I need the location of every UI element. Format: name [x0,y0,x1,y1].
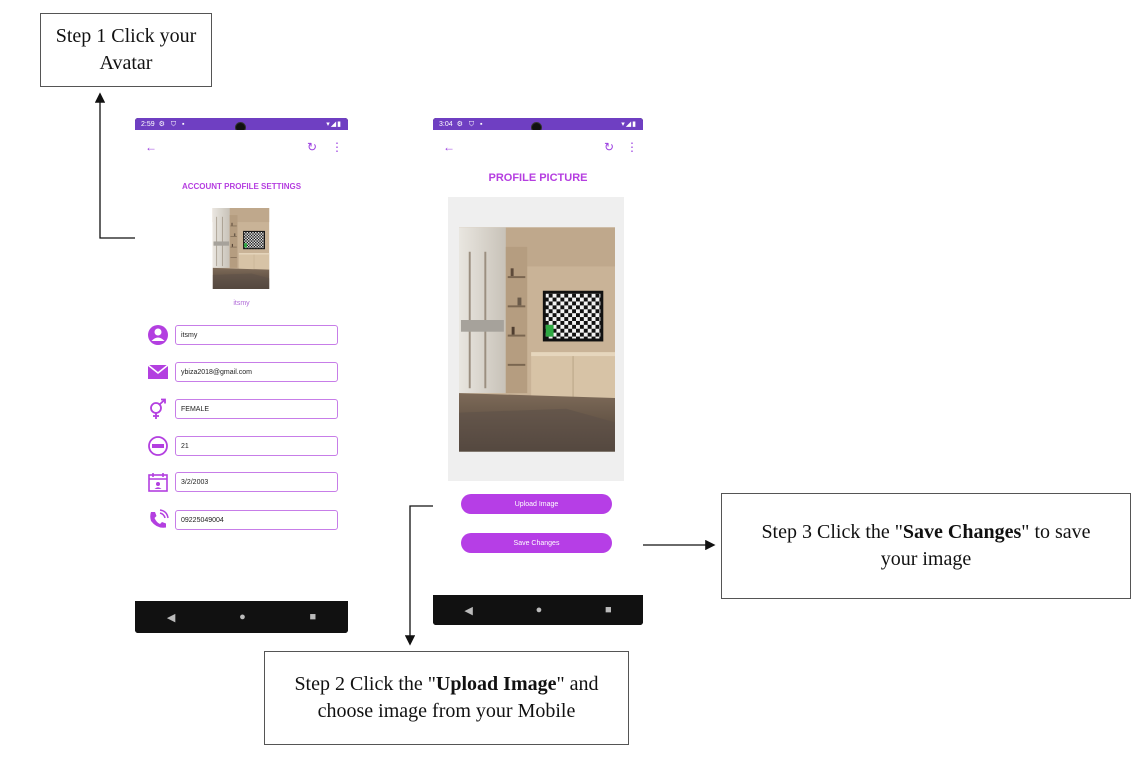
username-label: itsmy [233,300,250,307]
phone-profile-picture: 3:04 ⚙ ⛉ ▪ ▾◢▮ ← ↻ ⋮ PROFILE PICTURE Upl… [433,118,643,625]
phone-account-settings: 2:59 ⚙ ⛉ ▪ ▾◢▮ ← ↻ ⋮ ACCOUNT PROFILE SET… [135,118,348,633]
calendar-icon [148,473,168,492]
image-preview-panel [448,197,624,481]
status-notification-icons: ⚙ ⛉ ▪ [158,120,187,128]
more-vert-icon[interactable]: ⋮ [626,140,638,154]
screen-profile-picture: ← ↻ ⋮ PROFILE PICTURE Upload Image Save … [433,130,643,595]
phone-number-field[interactable]: 09225049004 [175,510,338,530]
page-title: ACCOUNT PROFILE SETTINGS [181,182,302,191]
mail-icon [147,364,169,379]
save-changes-button[interactable]: Save Changes [461,533,612,553]
status-notification-icons: ⚙ ⛉ ▪ [456,120,485,128]
avatar-image[interactable] [205,208,277,289]
back-arrow-icon[interactable]: ← [443,140,455,154]
gender-icon [150,398,166,419]
android-nav-bar: ◀ ● ■ [135,601,348,633]
preview-room-photo [459,226,615,453]
status-signal-icons: ▾◢▮ [326,121,342,128]
nav-back-icon[interactable]: ◀ [167,611,175,624]
age-field[interactable]: 21 [175,436,338,456]
status-time: 2:59 [141,120,155,128]
nav-home-icon[interactable]: ● [536,604,543,616]
gender-field[interactable]: FEMALE [175,399,338,419]
person-icon [148,325,168,345]
nav-back-icon[interactable]: ◀ [464,604,472,617]
nav-home-icon[interactable]: ● [239,611,246,623]
more-vert-icon[interactable]: ⋮ [331,140,343,154]
page-title: PROFILE PICTURE [488,172,588,184]
refresh-icon[interactable]: ↻ [307,140,317,154]
avatar-room-photo [212,208,270,289]
status-time: 3:04 [439,120,453,128]
upload-image-button[interactable]: Upload Image [461,494,612,514]
android-nav-bar: ◀ ● ■ [433,595,643,625]
phone-icon [150,509,169,528]
back-arrow-icon[interactable]: ← [145,140,157,154]
nav-recents-icon[interactable]: ■ [605,604,612,616]
screen-account-settings: ← ↻ ⋮ ACCOUNT PROFILE SETTINGS itsmy its… [135,130,348,601]
age-icon [148,436,168,456]
username-field[interactable]: itsmy [175,325,338,345]
nav-recents-icon[interactable]: ■ [309,611,316,623]
refresh-icon[interactable]: ↻ [604,140,614,154]
birthdate-field[interactable]: 3/2/2003 [175,472,338,492]
status-signal-icons: ▾◢▮ [621,121,637,128]
email-field[interactable]: ybiza2018@gmail.com [175,362,338,382]
profile-image-preview [459,222,615,457]
